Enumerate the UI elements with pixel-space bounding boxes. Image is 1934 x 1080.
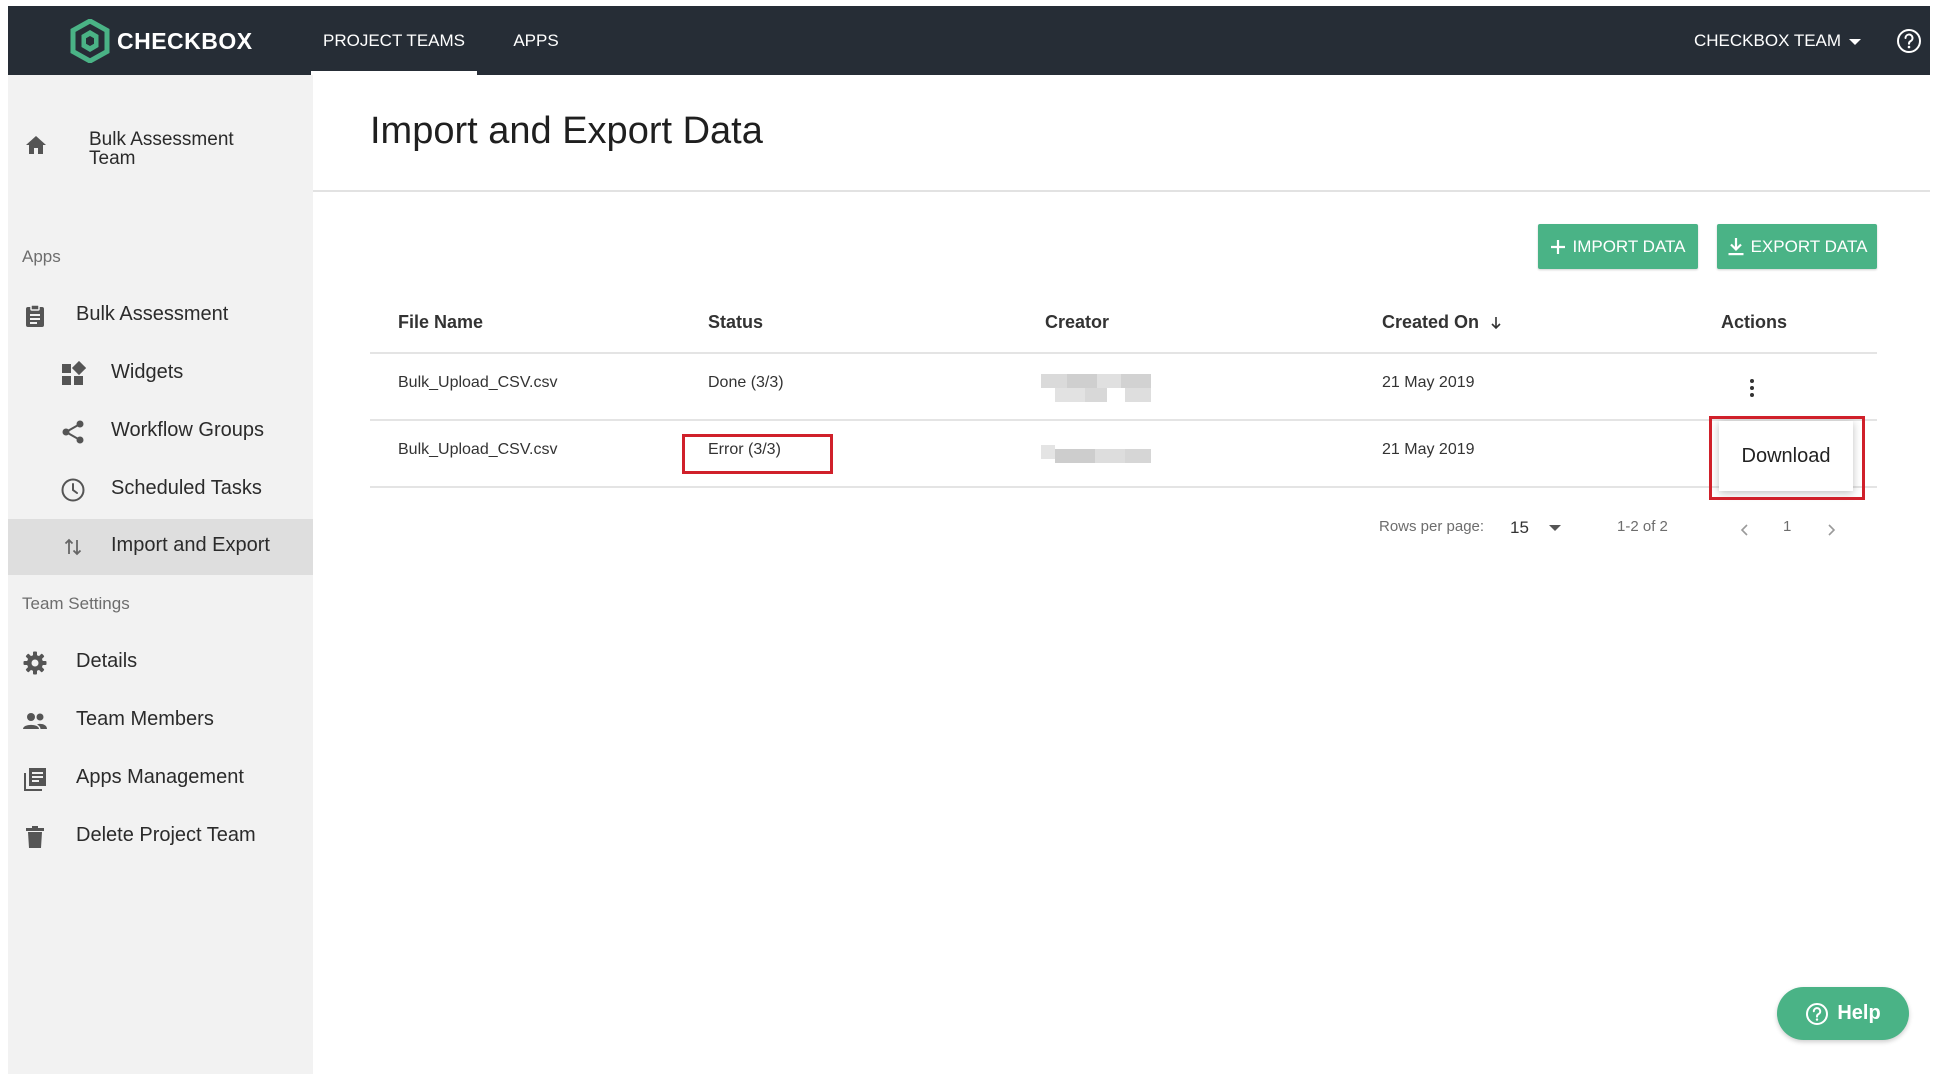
- sidebar-apps-heading: Apps: [22, 247, 61, 266]
- brand-name: CHECKBOX: [117, 27, 253, 54]
- rows-per-page-value: 15: [1510, 518, 1529, 537]
- help-button[interactable]: Help: [1777, 987, 1909, 1040]
- tab-apps[interactable]: APPS: [498, 6, 574, 75]
- library-icon: [24, 768, 46, 791]
- sidebar-item-import-and-export[interactable]: Import and Export: [8, 519, 313, 575]
- clipboard-icon: [26, 304, 44, 327]
- status-error-highlight: [682, 434, 833, 474]
- sidebar-item-label: Scheduled Tasks: [111, 477, 262, 499]
- import-export-icon: [64, 538, 82, 556]
- chevron-right-icon[interactable]: [1823, 522, 1839, 538]
- page-title: Import and Export Data: [370, 110, 763, 152]
- team-dropdown[interactable]: CHECKBOX TEAM: [1694, 6, 1862, 75]
- column-header-status[interactable]: Status: [708, 312, 763, 333]
- top-navigation-bar: CHECKBOX PROJECT TEAMS APPS CHECKBOX TEA…: [8, 6, 1930, 75]
- people-icon: [23, 713, 47, 729]
- rows-per-page-label: Rows per page:: [1379, 518, 1485, 535]
- plus-icon: [1551, 239, 1566, 254]
- table-row[interactable]: Bulk_Upload_CSV.csv Done (3/3) 21 May 20…: [370, 354, 1877, 421]
- current-page: 1: [1783, 518, 1792, 535]
- sidebar-item-label: Delete Project Team: [76, 824, 256, 846]
- column-header-creator[interactable]: Creator: [1045, 312, 1109, 333]
- sidebar-item-label: Apps Management: [76, 766, 244, 788]
- sidebar-item-team-members[interactable]: Team Members: [8, 693, 313, 749]
- sidebar-team-link[interactable]: Bulk Assessment Team: [8, 127, 313, 191]
- column-header-actions: Actions: [1721, 312, 1788, 332]
- download-icon: [1728, 237, 1744, 255]
- export-data-button[interactable]: EXPORT DATA: [1717, 224, 1877, 269]
- import-data-label: IMPORT DATA: [1572, 236, 1686, 256]
- clock-icon: [61, 478, 85, 502]
- tab-project-teams[interactable]: PROJECT TEAMS: [311, 6, 477, 75]
- column-header-file-name[interactable]: File Name: [398, 312, 483, 333]
- checkbox-logo-icon: [70, 19, 110, 63]
- arrow-down-icon: [1491, 317, 1501, 330]
- more-vertical-icon[interactable]: [1740, 374, 1764, 402]
- cell-file-name: Bulk_Upload_CSV.csv: [398, 374, 558, 391]
- table-row[interactable]: Bulk_Upload_CSV.csv Error (3/3) 21 May 2…: [370, 421, 1877, 488]
- sidebar-item-label: Team Members: [76, 708, 214, 730]
- rows-per-page-select[interactable]: 15: [1510, 518, 1561, 538]
- tab-label: PROJECT TEAMS: [322, 30, 465, 50]
- download-highlight: [1709, 416, 1865, 500]
- table-header: File Name Status Creator Created On Acti…: [370, 300, 1877, 354]
- column-header-created-on[interactable]: Created On: [1382, 312, 1502, 333]
- team-dropdown-label: CHECKBOX TEAM: [1694, 30, 1842, 50]
- share-icon: [62, 420, 84, 444]
- question-circle-icon: [1806, 1002, 1829, 1025]
- tab-label: APPS: [513, 30, 559, 50]
- sidebar-item-scheduled-tasks[interactable]: Scheduled Tasks: [8, 462, 313, 518]
- chevron-left-icon[interactable]: [1737, 522, 1753, 538]
- sidebar: Bulk Assessment Team Apps Bulk Assessmen…: [8, 75, 313, 1074]
- sidebar-item-bulk-assessment[interactable]: Bulk Assessment: [8, 288, 313, 344]
- sidebar-item-label: Widgets: [111, 361, 184, 383]
- checkbox-logo[interactable]: CHECKBOX: [70, 18, 253, 64]
- sidebar-team-settings-heading: Team Settings: [22, 594, 130, 613]
- import-data-button[interactable]: IMPORT DATA: [1538, 224, 1698, 269]
- cell-creator-redacted: [1041, 374, 1151, 402]
- sidebar-item-widgets[interactable]: Widgets: [8, 346, 313, 402]
- cell-creator-redacted: [1041, 441, 1151, 469]
- column-header-label: Created On: [1382, 312, 1480, 332]
- title-divider: [313, 190, 1930, 192]
- trash-icon: [26, 826, 44, 848]
- caret-down-icon: [1548, 525, 1561, 531]
- home-icon: [26, 136, 46, 154]
- sidebar-item-label: Details: [76, 650, 138, 672]
- caret-down-icon: [1849, 38, 1862, 45]
- sidebar-item-workflow-groups[interactable]: Workflow Groups: [8, 404, 313, 460]
- cell-created-on: 21 May 2019: [1382, 374, 1475, 391]
- widgets-icon: [62, 361, 86, 385]
- sidebar-item-delete-project-team[interactable]: Delete Project Team: [8, 809, 313, 865]
- sidebar-item-apps-management[interactable]: Apps Management: [8, 751, 313, 807]
- gear-icon: [23, 651, 47, 675]
- sidebar-item-label: Bulk Assessment: [76, 303, 229, 325]
- cell-file-name: Bulk_Upload_CSV.csv: [398, 441, 558, 458]
- cell-status: Done (3/3): [708, 374, 784, 391]
- sidebar-item-label: Workflow Groups: [111, 419, 265, 441]
- pagination-range: 1-2 of 2: [1617, 518, 1668, 535]
- cell-created-on: 21 May 2019: [1382, 441, 1475, 458]
- sidebar-item-label: Import and Export: [111, 534, 270, 556]
- export-data-label: EXPORT DATA: [1750, 236, 1868, 256]
- sidebar-team-name: Bulk Assessment Team: [89, 129, 234, 169]
- help-button-label: Help: [1837, 1002, 1881, 1024]
- question-circle-icon[interactable]: [1896, 28, 1922, 54]
- sidebar-item-details[interactable]: Details: [8, 635, 313, 691]
